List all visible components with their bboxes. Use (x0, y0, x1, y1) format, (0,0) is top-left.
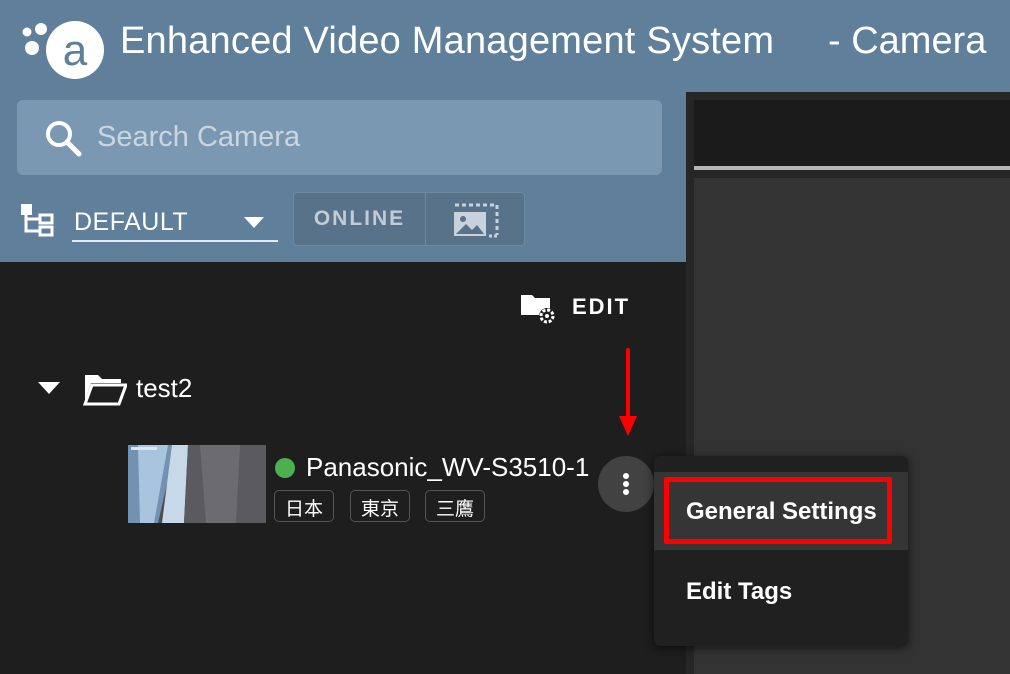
caret-down-icon (244, 217, 264, 228)
menu-item-edit-tags[interactable]: Edit Tags (654, 552, 908, 630)
video-toolbar (694, 100, 1010, 168)
online-status-dot (275, 458, 295, 478)
camera-tag: 東京 (350, 490, 411, 522)
svg-text:a: a (63, 26, 88, 75)
folder-open-icon (83, 375, 127, 406)
search-input[interactable] (95, 114, 645, 160)
camera-tag: 三鷹 (425, 490, 486, 522)
group-dropdown-value: DEFAULT (74, 208, 189, 236)
camera-preview-image (128, 445, 266, 523)
snapshot-view-button[interactable] (427, 193, 525, 245)
more-vert-icon (623, 481, 629, 487)
group-dropdown[interactable]: DEFAULT (72, 200, 278, 242)
folder-gear-icon (521, 295, 555, 324)
camera-tag: 日本 (274, 490, 335, 522)
folder-item[interactable]: test2 (36, 368, 336, 408)
tree-structure-icon[interactable] (20, 203, 56, 237)
edit-button-label: EDIT (572, 294, 631, 319)
image-selection-icon (454, 203, 499, 238)
more-vert-icon (623, 489, 629, 495)
axxon-logo-icon: a (22, 21, 104, 79)
annotation-arrow (619, 348, 637, 436)
annotation-highlight-box (664, 477, 892, 544)
app-window: a Enhanced Video Management System - Cam… (0, 0, 1010, 674)
menu-item-label: Edit Tags (686, 578, 793, 605)
more-vert-icon (623, 473, 629, 479)
video-divider (694, 166, 1010, 170)
page-title: - Camera (828, 20, 987, 62)
camera-name[interactable]: Panasonic_WV-S3510-1 (306, 452, 596, 486)
camera-thumbnail[interactable] (128, 445, 266, 523)
search-icon (46, 121, 82, 157)
online-filter-button[interactable]: ONLINE (294, 193, 426, 245)
app-title: Enhanced Video Management System (120, 20, 775, 62)
view-toggle-group: ONLINE (293, 192, 525, 246)
search-box[interactable] (17, 100, 662, 175)
folder-name: test2 (136, 373, 193, 403)
more-options-button[interactable] (598, 456, 654, 512)
expand-down-icon[interactable] (38, 382, 60, 394)
edit-button[interactable]: EDIT (520, 290, 640, 326)
